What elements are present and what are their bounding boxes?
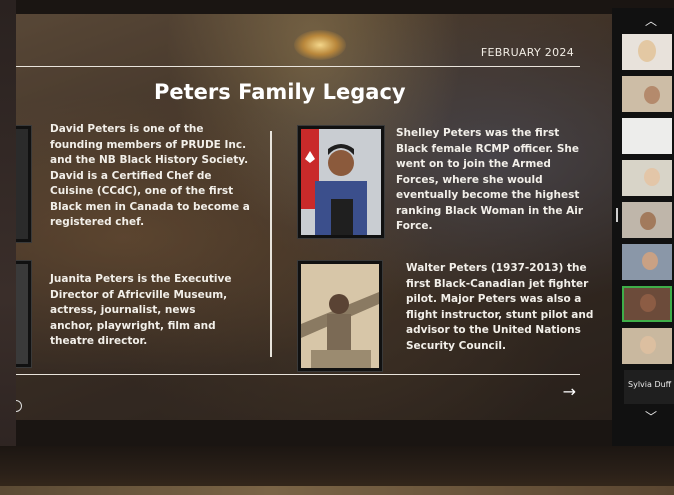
portrait-david bbox=[16, 126, 31, 242]
scroll-up-chevron-icon[interactable]: ︿ bbox=[645, 12, 657, 29]
bio-shelley-peters: Shelley Peters was the first Black femal… bbox=[396, 127, 584, 232]
portrait-juanita bbox=[16, 261, 31, 367]
desk-reflection bbox=[0, 486, 674, 495]
bio-david-peters: David Peters is one of the founding memb… bbox=[50, 123, 250, 228]
next-slide-arrow-icon[interactable]: → bbox=[563, 382, 576, 401]
photo-left-edge bbox=[0, 0, 16, 495]
column-divider bbox=[270, 131, 272, 357]
portrait-walter bbox=[298, 261, 382, 371]
participants-sidebar: ︿ Sylvia Duff ﹀ bbox=[612, 8, 674, 446]
participant-tile[interactable] bbox=[622, 34, 672, 70]
prev-slide-icon[interactable] bbox=[16, 400, 22, 412]
scroll-down-chevron-icon[interactable]: ﹀ bbox=[645, 408, 657, 425]
participant-tile[interactable] bbox=[622, 160, 672, 196]
portrait-shelley bbox=[298, 126, 384, 238]
bottom-divider bbox=[16, 374, 580, 375]
participant-tile[interactable] bbox=[622, 244, 672, 280]
participant-tile[interactable] bbox=[622, 202, 672, 238]
scroll-handle[interactable] bbox=[616, 208, 618, 222]
participant-tile[interactable] bbox=[622, 76, 672, 112]
presentation-slide: FEBRUARY 2024 Peters Family Legacy David… bbox=[16, 14, 612, 420]
participant-name-tile[interactable]: Sylvia Duff bbox=[624, 370, 674, 404]
participant-tile[interactable] bbox=[622, 118, 672, 154]
slide-title: Peters Family Legacy bbox=[154, 80, 406, 104]
participant-tile-active-speaker[interactable] bbox=[622, 286, 672, 322]
slide-date: FEBRUARY 2024 bbox=[480, 46, 574, 59]
ceiling-lamp-illustration bbox=[294, 30, 346, 60]
participant-tile[interactable] bbox=[622, 328, 672, 364]
monitor-bezel bbox=[0, 446, 674, 495]
top-divider bbox=[16, 66, 580, 67]
bio-juanita-peters: Juanita Peters is the Executive Director… bbox=[50, 273, 232, 347]
bio-walter-peters: Walter Peters (1937-2013) the first Blac… bbox=[406, 262, 594, 352]
participant-name: Sylvia Duff bbox=[628, 380, 672, 389]
